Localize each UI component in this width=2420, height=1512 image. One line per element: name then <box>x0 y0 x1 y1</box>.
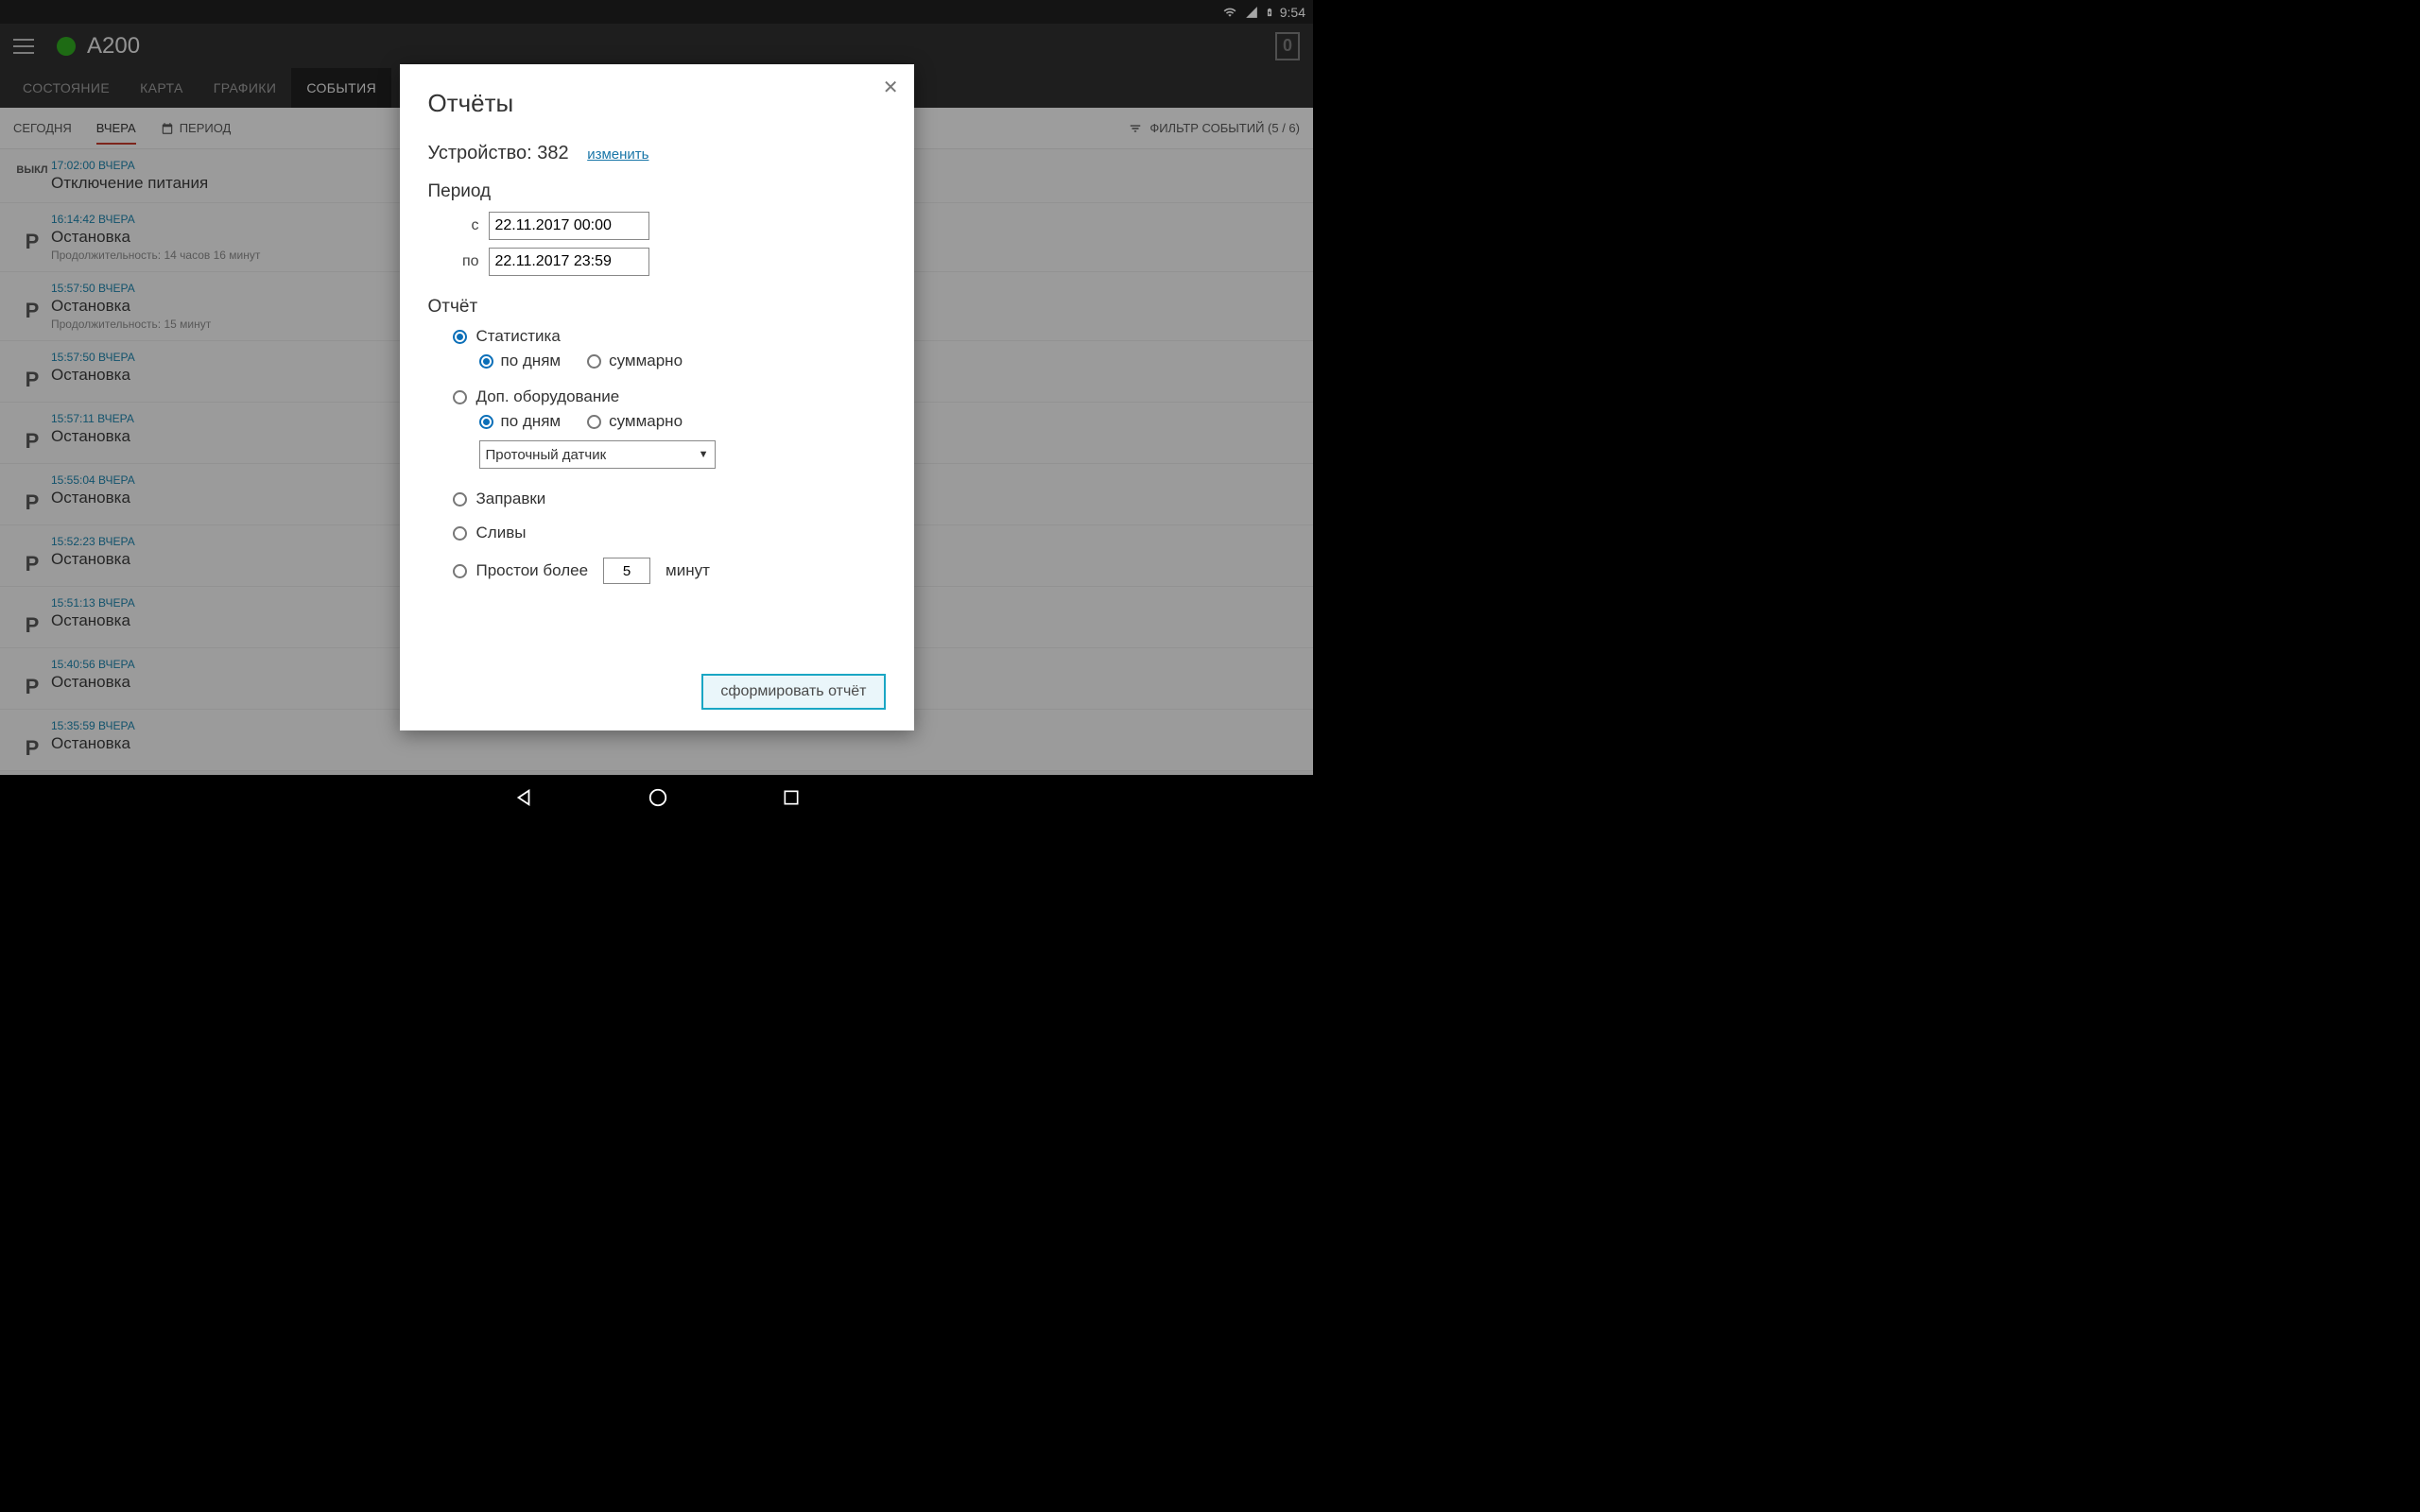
report-section-label: Отчёт <box>428 297 886 318</box>
close-icon[interactable]: ✕ <box>883 76 899 99</box>
radio-refuel[interactable] <box>453 492 467 507</box>
to-label: по <box>428 253 479 270</box>
generate-report-button[interactable]: сформировать отчёт <box>701 674 885 710</box>
modal-overlay[interactable]: ✕ Отчёты Устройство: 382 изменить Период… <box>0 0 1313 820</box>
radio-equip-summary[interactable] <box>587 415 601 429</box>
period-section-label: Период <box>428 181 886 202</box>
radio-idle[interactable] <box>453 564 467 578</box>
back-icon[interactable] <box>513 787 534 808</box>
to-input[interactable] <box>489 248 649 276</box>
idle-minutes-input[interactable] <box>603 558 650 584</box>
radio-stats-summary[interactable] <box>587 354 601 369</box>
from-input[interactable] <box>489 212 649 240</box>
reports-modal: ✕ Отчёты Устройство: 382 изменить Период… <box>400 64 914 730</box>
modal-title: Отчёты <box>428 89 886 118</box>
radio-statistics[interactable] <box>453 330 467 344</box>
android-navbar <box>0 775 1313 820</box>
from-label: с <box>428 217 479 234</box>
radio-equipment[interactable] <box>453 390 467 404</box>
recents-icon[interactable] <box>782 788 801 807</box>
radio-drain[interactable] <box>453 526 467 541</box>
device-line: Устройство: 382 изменить <box>428 143 886 164</box>
radio-stats-byday[interactable] <box>479 354 493 369</box>
chevron-down-icon: ▼ <box>699 449 709 460</box>
sensor-select[interactable]: Проточный датчик ▼ <box>479 440 716 469</box>
radio-equip-byday[interactable] <box>479 415 493 429</box>
change-device-link[interactable]: изменить <box>587 146 648 163</box>
home-icon[interactable] <box>648 787 668 808</box>
